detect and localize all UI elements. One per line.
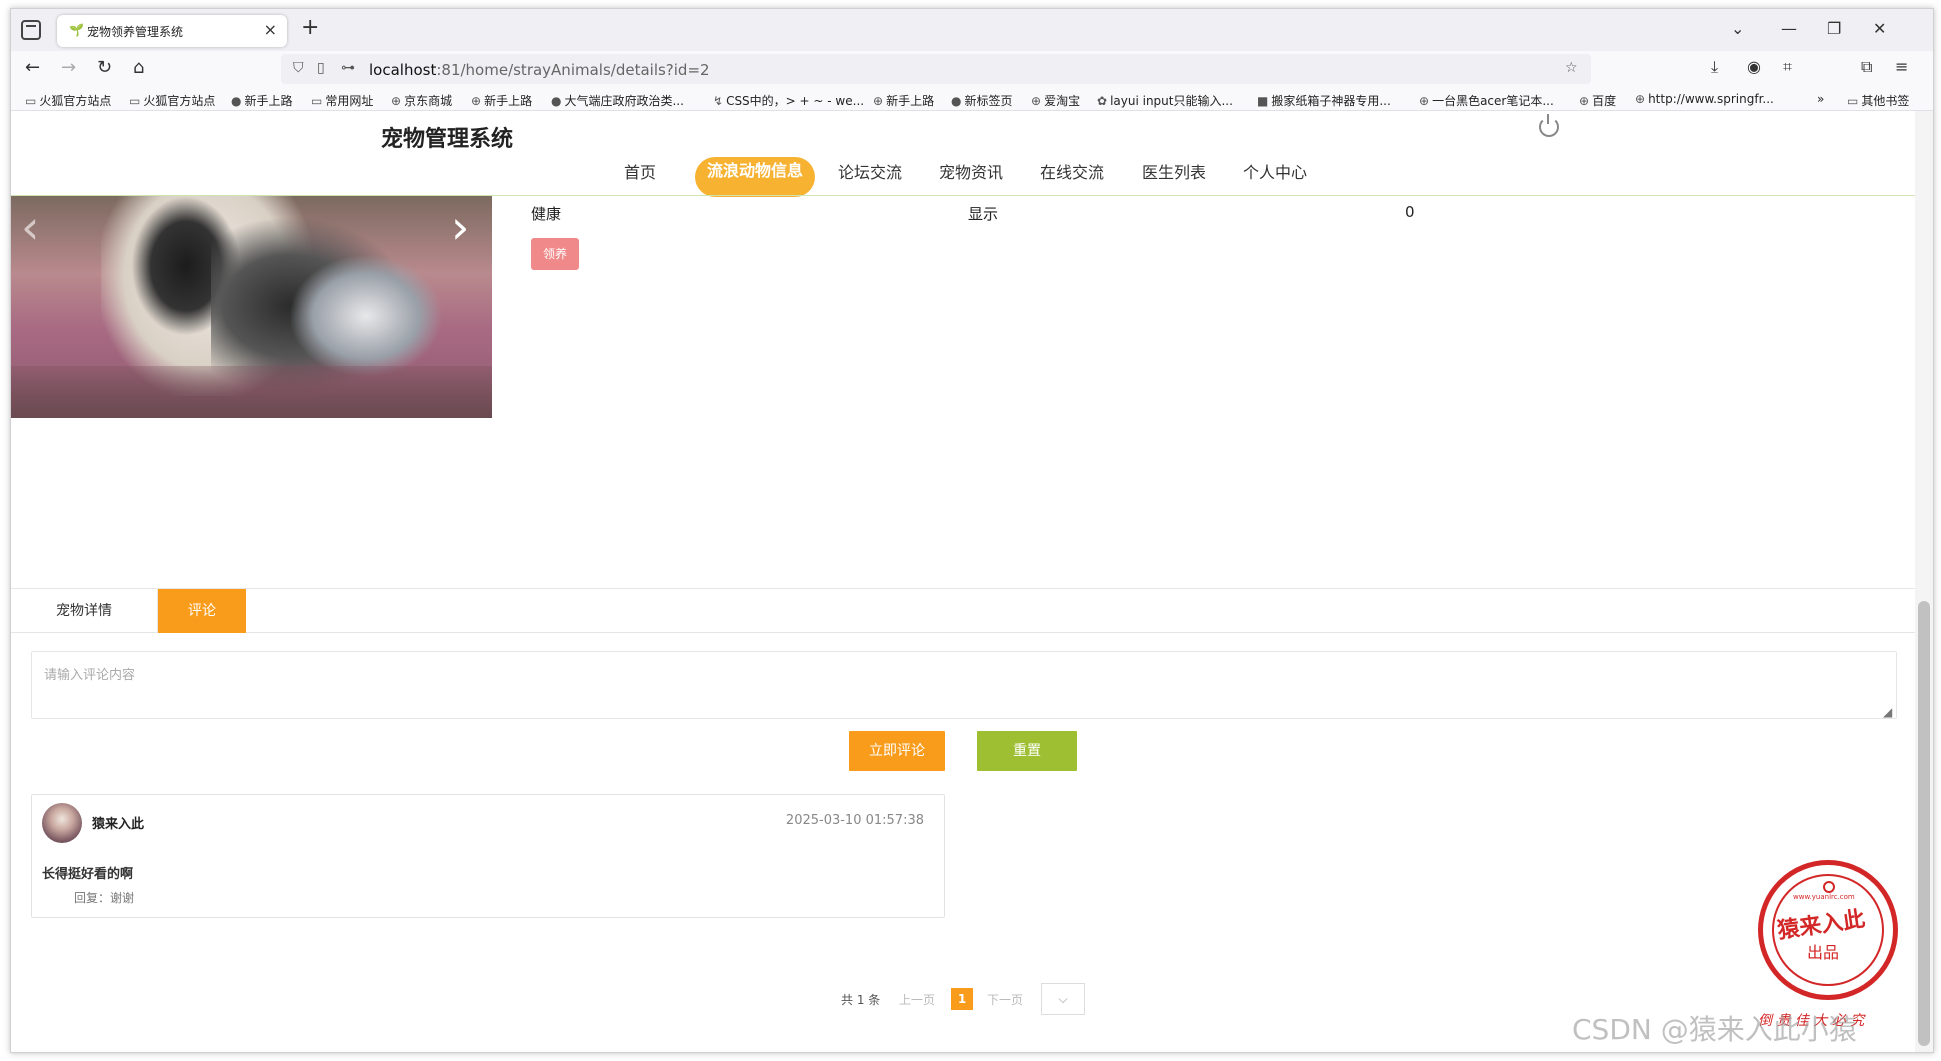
bookmark-item[interactable]: ⊕ 新手上路 [873, 92, 934, 109]
bookmark-item[interactable]: ● 新标签页 [951, 92, 1013, 109]
comment-item: 猿来入此 2025-03-10 01:57:38 长得挺好看的啊 回复：谢谢 [31, 794, 945, 918]
bookmark-item[interactable]: ✿ layui input只能输入... [1097, 92, 1233, 109]
tab-pet-details[interactable]: 宠物详情 [11, 589, 158, 633]
menu-pet-news[interactable]: 宠物资讯 [939, 159, 1003, 183]
comment-timestamp: 2025-03-10 01:57:38 [785, 813, 924, 828]
favicon-icon: 🌱 [69, 23, 84, 37]
home-icon[interactable]: ⌂ [133, 57, 144, 78]
bookmark-item[interactable]: ⊕ 一台黑色acer笔记本... [1419, 92, 1554, 109]
health-status: 健康 [531, 205, 562, 223]
minimize-icon[interactable]: — [1781, 19, 1797, 38]
avatar [42, 803, 82, 843]
bookmark-item[interactable]: ▭ 火狐官方站点 [129, 92, 215, 109]
seal-url: www.yuanlrc.com [1793, 893, 1855, 901]
comment-text: 长得挺好看的啊 [42, 867, 134, 882]
bookmark-item[interactable]: ⊕ 京东商城 [391, 92, 452, 109]
page-icon: ▯ [317, 60, 325, 76]
logout-power-icon[interactable] [1539, 114, 1559, 137]
bookmark-item[interactable]: ⊕ http://www.springfr... [1635, 92, 1774, 106]
main-menu: 首页 流浪动物信息 论坛交流 宠物资讯 在线交流 医生列表 个人中心 [11, 157, 1917, 197]
close-tab-icon[interactable]: × [264, 20, 277, 39]
reset-button[interactable]: 重置 [977, 731, 1077, 771]
pager-current-page[interactable]: 1 [951, 988, 973, 1010]
comment-input[interactable] [31, 651, 1897, 719]
menu-online-chat[interactable]: 在线交流 [1040, 159, 1104, 183]
address-bar[interactable]: ⛉ ▯ ⊶ localhost:81/home/strayAnimals/det… [281, 54, 1591, 84]
account-icon[interactable]: ◉ [1747, 57, 1761, 76]
site-title: 宠物管理系统 [381, 127, 514, 152]
bookmark-item[interactable]: ▭ 常用网址 [311, 92, 373, 109]
tab-overflow-icon[interactable]: ⌄ [1731, 19, 1744, 38]
bookmark-folder-other[interactable]: ▭ 其他书签 [1847, 92, 1909, 109]
bookmark-item[interactable]: ▭ 火狐官方站点 [25, 92, 111, 109]
submit-comment-button[interactable]: 立即评论 [849, 731, 945, 771]
bookmark-item[interactable]: ⊕ 百度 [1579, 92, 1616, 109]
crop-icon[interactable]: ⌗ [1783, 57, 1792, 77]
scrollbar-thumb[interactable] [1918, 601, 1930, 1046]
seal-stamp: www.yuanlrc.com 猿来入此 出品 [1758, 860, 1898, 1000]
menu-stray-animals[interactable]: 流浪动物信息 [695, 157, 815, 197]
extensions-icon[interactable]: ⧉ [1861, 57, 1872, 77]
seal-sub-text: 出品 [1807, 943, 1840, 962]
seal-logo-icon [1823, 881, 1835, 893]
resize-grip-icon[interactable]: ◢ [1883, 705, 1892, 719]
carousel-prev-icon[interactable]: ‹ [21, 200, 39, 254]
bookmark-star-icon[interactable]: ☆ [1565, 60, 1578, 76]
bookmark-item[interactable]: ↯ CSS中的，> + ~ - we... [713, 92, 864, 109]
tab-strip: 🌱 宠物领养管理系统 × + ⌄ — ❐ ✕ [11, 9, 1933, 51]
menu-icon[interactable]: ≡ [1895, 57, 1908, 76]
menu-doctors[interactable]: 医生列表 [1142, 159, 1206, 183]
window-close-icon[interactable]: ✕ [1873, 19, 1886, 38]
photo-ground [11, 366, 492, 418]
tab-list-icon[interactable] [21, 20, 41, 40]
carousel-next-icon[interactable]: › [451, 200, 469, 254]
tab-comments[interactable]: 评论 [158, 589, 246, 633]
adopt-button[interactable]: 领养 [531, 238, 579, 270]
csdn-watermark: CSDN @猿来入此小猿 [1572, 1013, 1857, 1046]
count-value: 0 [1405, 203, 1415, 221]
nav-bar: ← → ↻ ⌂ ⛉ ▯ ⊶ localhost:81/home/strayAni… [11, 51, 1933, 87]
download-icon[interactable]: ⤓ [1711, 57, 1718, 77]
bookmark-item[interactable]: ● 新手上路 [231, 92, 293, 109]
pager-prev[interactable]: 上一页 [899, 991, 935, 1008]
bookmarks-overflow-icon[interactable]: » [1817, 92, 1824, 106]
display-status: 显示 [968, 205, 999, 223]
browser-window: 🌱 宠物领养管理系统 × + ⌄ — ❐ ✕ ← → ↻ ⌂ ⛉ ▯ ⊶ loc… [10, 8, 1934, 1053]
menu-home[interactable]: 首页 [624, 159, 656, 183]
browser-tab[interactable]: 🌱 宠物领养管理系统 × [57, 15, 287, 47]
page-scrollbar[interactable] [1915, 111, 1933, 1052]
bookmark-item[interactable]: ■ 搬家纸箱子神器专用... [1257, 92, 1391, 109]
shield-icon[interactable]: ⛉ [293, 60, 304, 76]
bookmark-item[interactable]: ⊕ 新手上路 [471, 92, 532, 109]
new-tab-button[interactable]: + [301, 15, 319, 40]
dog-photo-shape [291, 256, 441, 376]
detail-tabs: 宠物详情 评论 [11, 588, 1917, 633]
tab-title: 宠物领养管理系统 [87, 25, 184, 39]
forward-icon[interactable]: → [61, 57, 76, 78]
url-text[interactable]: localhost:81/home/strayAnimals/details?i… [369, 61, 710, 79]
animal-photo-carousel[interactable]: ‹ › [11, 196, 492, 418]
restore-icon[interactable]: ❐ [1827, 19, 1841, 38]
pager-total: 共 1 条 [841, 993, 881, 1007]
menu-profile[interactable]: 个人中心 [1243, 159, 1307, 183]
comment-username: 猿来入此 [92, 817, 145, 832]
back-icon[interactable]: ← [25, 57, 40, 78]
permissions-icon[interactable]: ⊶ [341, 60, 355, 76]
bookmark-item[interactable]: ⊕ 爱淘宝 [1031, 92, 1080, 109]
bookmark-item[interactable]: ● 大气端庄政府政治类... [551, 92, 684, 109]
reload-icon[interactable]: ↻ [97, 57, 112, 78]
pager-size-select[interactable]: ⌵ [1041, 983, 1085, 1015]
comment-reply: 回复：谢谢 [74, 891, 135, 905]
menu-forum[interactable]: 论坛交流 [838, 159, 902, 183]
bookmarks-bar: ▭ 火狐官方站点 ▭ 火狐官方站点 ● 新手上路 ▭ 常用网址 ⊕ 京东商城 ⊕ 新手上路 … [11, 87, 1933, 111]
page-content: 宠物管理系统 首页 流浪动物信息 论坛交流 宠物资讯 在线交流 医生列表 个人中… [11, 111, 1917, 1052]
pager-next[interactable]: 下一页 [987, 991, 1023, 1008]
